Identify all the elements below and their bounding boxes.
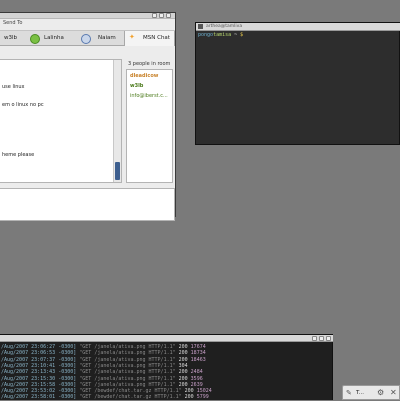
log-size: 18734 — [190, 350, 206, 357]
log-status: 200 — [178, 356, 188, 363]
tab-w3lb[interactable]: w3lb — [0, 31, 22, 45]
log-date: /Aug/2007 23:15:30 -0300] — [1, 375, 77, 382]
tab-label: Lalinha — [44, 35, 64, 41]
log-request: "GET /janela/ativa.png HTTP/1.1" — [79, 344, 176, 350]
log-status: 200 — [178, 381, 188, 388]
log-line: /Aug/2007 23:06:27 -0300] "GET /janela/a… — [1, 344, 206, 350]
log-date: /Aug/2007 23:06:53 -0300] — [1, 350, 77, 357]
people-count: 3 people in room — [128, 61, 171, 67]
log-line: /Aug/2007 23:10:41 -0300] "GET /janela/a… — [1, 363, 188, 369]
log-date: /Aug/2007 23:53:02 -0300] — [1, 388, 77, 395]
log-status: 304 — [178, 362, 188, 369]
log-date: /Aug/2007 23:10:41 -0300] — [1, 362, 77, 369]
status-online-icon — [30, 34, 40, 44]
log-request: "GET /janela/ativa.png HTTP/1.1" — [79, 369, 176, 376]
log-request: "GET /janela/ativa.png HTTP/1.1" — [79, 381, 176, 388]
tab-label: MSN Chat — [143, 35, 170, 41]
chat-menubar: Send To — [0, 19, 175, 30]
prompt-path: ~ — [234, 32, 238, 38]
log-line: /Aug/2007 23:53:02 -0300] "GET /bewdef/c… — [1, 388, 212, 394]
log-line: /Aug/2007 23:07:37 -0300] "GET /janela/a… — [1, 357, 206, 363]
minimize-button[interactable] — [152, 13, 157, 18]
prompt-user: pongo — [198, 32, 214, 38]
log-terminal-window[interactable]: /Aug/2007 23:06:27 -0300] "GET /janela/a… — [0, 334, 333, 400]
log-size: 2484 — [190, 369, 203, 376]
gear-icon[interactable]: ⚙ — [377, 388, 384, 397]
log-line: /Aug/2007 23:13:43 -0300] "GET /janela/a… — [1, 369, 203, 375]
status-away-icon — [81, 34, 91, 44]
scrollbar-thumb[interactable] — [115, 162, 120, 180]
log-status: 200 — [184, 394, 194, 401]
log-line: /Aug/2007 23:15:30 -0300] "GET /janela/a… — [1, 376, 203, 382]
log-request: "GET /janela/ativa.png HTTP/1.1" — [79, 356, 176, 363]
log-date: /Aug/2007 23:15:58 -0300] — [1, 381, 77, 388]
log-line: /Aug/2007 23:58:01 -0300] "GET /bewdef/c… — [1, 394, 209, 400]
maximize-button[interactable] — [159, 13, 164, 18]
log-status: 200 — [178, 375, 188, 382]
menu-send-to[interactable]: Send To — [3, 20, 22, 26]
log-output[interactable]: /Aug/2007 23:06:27 -0300] "GET /janela/a… — [0, 335, 333, 401]
log-status: 200 — [184, 388, 194, 395]
log-status: 200 — [178, 369, 188, 376]
log-request: "GET /janela/ativa.png HTTP/1.1" — [79, 350, 176, 357]
chat-transcript[interactable]: use linux em o linux no pc heme please — [0, 59, 122, 183]
terminal-titlebar[interactable]: arthea@tamliva — [196, 23, 400, 31]
person-item[interactable]: dleadicow — [130, 73, 158, 79]
log-size: 5799 — [196, 394, 209, 401]
person-item[interactable]: info@iberst.c... — [130, 93, 168, 99]
close-icon[interactable]: ✕ — [390, 388, 397, 397]
log-line: /Aug/2007 23:06:53 -0300] "GET /janela/a… — [1, 350, 206, 356]
log-request: "GET /janela/ativa.png HTTP/1.1" — [79, 362, 176, 369]
log-size: 17674 — [190, 344, 206, 350]
chat-message: use linux — [2, 84, 25, 90]
people-list[interactable]: dleadicow w3lb info@iberst.c... — [126, 69, 173, 183]
log-status: 200 — [178, 344, 188, 350]
log-status: 200 — [178, 350, 188, 357]
log-date: /Aug/2007 23:13:43 -0300] — [1, 369, 77, 376]
chat-scrollbar[interactable] — [113, 60, 121, 182]
tab-lalinha[interactable]: Lalinha — [26, 31, 70, 45]
tab-msn-chat[interactable]: ✦ MSN Chat — [124, 31, 175, 46]
chat-tab-bar: w3lb Lalinha Naiam ✦ MSN Chat — [0, 30, 175, 46]
prompt-cursor: $ — [240, 32, 244, 38]
msn-butterfly-icon: ✦ — [129, 33, 135, 41]
person-item[interactable]: w3lb — [130, 83, 143, 89]
terminal-title: arthea@tamliva — [206, 24, 243, 29]
log-size: 3596 — [190, 375, 203, 382]
chat-message: em o linux no pc — [2, 102, 44, 108]
chat-message: heme please — [2, 152, 35, 158]
terminal-icon — [198, 24, 203, 29]
app-icon[interactable]: ✎ — [346, 389, 352, 397]
log-request: "GET /bewdef/chat.tar.gz HTTP/1.1" — [79, 388, 182, 395]
tab-label: Naiam — [98, 35, 116, 41]
message-input[interactable] — [0, 188, 175, 221]
log-request: "GET /janela/ativa.png HTTP/1.1" — [79, 375, 176, 382]
log-request: "GET /bewdef/chat.tar.gz HTTP/1.1" — [79, 394, 182, 401]
log-date: /Aug/2007 23:07:37 -0300] — [1, 356, 77, 363]
log-line: /Aug/2007 23:15:58 -0300] "GET /janela/a… — [1, 382, 203, 388]
tab-naiam[interactable]: Naiam — [76, 31, 120, 45]
shell-prompt[interactable]: pongotamisa ~ $ — [198, 32, 243, 38]
tray-label[interactable]: T... — [356, 390, 364, 396]
log-size: 18463 — [190, 356, 206, 363]
terminal-window[interactable]: arthea@tamliva pongotamisa ~ $ — [195, 22, 400, 145]
log-size: 2639 — [190, 381, 203, 388]
prompt-host: tamisa — [213, 32, 232, 38]
log-date: /Aug/2007 23:06:27 -0300] — [1, 344, 77, 350]
close-button[interactable] — [166, 13, 171, 18]
log-size: 15024 — [196, 388, 212, 395]
log-date: /Aug/2007 23:58:01 -0300] — [1, 394, 77, 401]
taskbar-tray[interactable]: ✎ T... ⚙ ✕ — [342, 385, 400, 400]
chat-window[interactable]: Send To w3lb Lalinha Naiam ✦ MSN Chat us… — [0, 12, 176, 221]
tab-label: w3lb — [4, 35, 18, 41]
